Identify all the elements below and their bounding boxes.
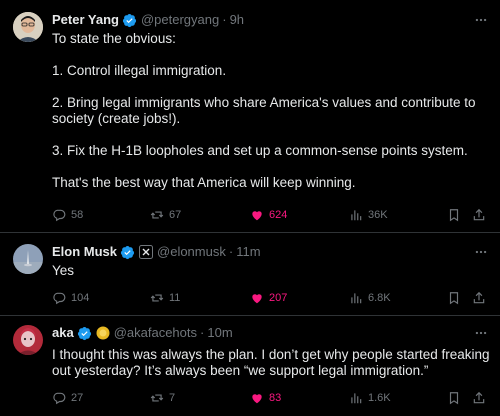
views-icon (351, 210, 362, 221)
tweet-text-line: 3. Fix the H-1B loopholes and set up a c… (52, 143, 468, 158)
action-bar: 27 7 83 1.6K (52, 390, 492, 406)
avatar-portrait-icon (13, 325, 43, 355)
views-count: 36K (368, 209, 388, 221)
like-count: 83 (269, 392, 282, 404)
tweet-text-line: 1. Control illegal immigration. (52, 63, 227, 78)
reply-icon (53, 209, 66, 222)
timestamp[interactable]: 10m (207, 325, 232, 341)
like-button[interactable]: 83 (250, 390, 281, 406)
tweet-text: Yes (52, 263, 492, 279)
tweet-text-line (52, 159, 492, 175)
author-handle[interactable]: @petergyang (141, 12, 219, 28)
share-icon[interactable] (472, 208, 486, 222)
tweet-header: Elon Musk @elonmusk · 11m (52, 244, 261, 260)
author-name[interactable]: aka (52, 325, 74, 341)
author-name[interactable]: Peter Yang (52, 12, 119, 28)
more-icon[interactable] (474, 13, 488, 27)
avatar[interactable] (13, 12, 43, 42)
reply-count: 58 (71, 209, 84, 221)
reply-button[interactable]: 104 (52, 290, 89, 306)
like-count: 624 (269, 209, 288, 221)
verified-badge-icon[interactable] (120, 245, 135, 260)
more-icon[interactable] (474, 245, 488, 259)
avatar[interactable] (13, 325, 43, 355)
separator-dot: · (200, 325, 205, 340)
repost-button[interactable]: 67 (150, 207, 181, 223)
like-icon (252, 294, 262, 304)
views-button[interactable]: 36K (349, 207, 388, 223)
bookmark-icon[interactable] (447, 391, 461, 405)
tweet-text-line: Yes (52, 263, 75, 278)
reply-button[interactable]: 27 (52, 390, 83, 406)
gold-affiliate-badge-icon[interactable] (96, 326, 110, 340)
bookmark-icon[interactable] (447, 291, 461, 305)
views-button[interactable]: 1.6K (349, 390, 391, 406)
author-handle[interactable]: @elonmusk (157, 244, 226, 260)
views-count: 6.8K (368, 292, 391, 304)
tweet-text-line: society (create jobs!). (52, 111, 181, 126)
repost-button[interactable]: 7 (150, 390, 175, 406)
like-button[interactable]: 624 (250, 207, 287, 223)
repost-icon (150, 394, 164, 402)
repost-count: 11 (169, 292, 181, 304)
x-affiliate-badge-icon[interactable] (139, 245, 154, 259)
timestamp[interactable]: 11m (236, 244, 260, 260)
reply-icon (53, 292, 66, 305)
action-bar: 104 11 207 6.8K (52, 290, 492, 306)
reply-count: 27 (71, 392, 84, 404)
tweet-text-line (52, 127, 492, 143)
author-handle[interactable]: @akafacehots (114, 325, 197, 341)
more-icon[interactable] (474, 326, 488, 340)
verified-badge-icon[interactable] (122, 13, 137, 28)
repost-icon (150, 211, 164, 219)
repost-count: 67 (169, 209, 182, 221)
avatar-portrait-icon (13, 12, 43, 42)
repost-count: 7 (169, 392, 176, 404)
tweet-peter-yang[interactable]: Peter Yang @petergyang · 9h To state the… (0, 0, 500, 232)
tweet-text: I thought this was always the plan. I do… (52, 347, 492, 379)
share-icon[interactable] (472, 391, 486, 405)
repost-button[interactable]: 11 (150, 290, 180, 306)
tweet-text: To state the obvious: 1. Control illegal… (52, 31, 492, 191)
tweet-text-line: I thought this was always the plan. I do… (52, 347, 490, 362)
tweet-aka[interactable]: aka @akafacehots · 10m I thought this wa… (0, 316, 500, 416)
separator-dot: · (228, 244, 234, 259)
like-button[interactable]: 207 (250, 290, 287, 306)
repost-icon (150, 294, 164, 302)
reply-count: 104 (71, 292, 90, 304)
tweet-text-line (52, 47, 492, 63)
tweet-text-line: 2. Bring legal immigrants who share Amer… (52, 95, 476, 110)
like-icon (252, 211, 262, 221)
views-icon (351, 393, 362, 404)
like-icon (252, 394, 262, 404)
reply-button[interactable]: 58 (52, 207, 83, 223)
share-icon[interactable] (472, 291, 486, 305)
tweet-text-line (52, 79, 492, 95)
avatar-portrait-icon (13, 244, 43, 274)
author-name[interactable]: Elon Musk (52, 244, 117, 260)
tweet-header: aka @akafacehots · 10m (52, 325, 233, 341)
tweet-text-line: out yesterday? It’s always been “we supp… (52, 363, 429, 378)
like-count: 207 (269, 292, 288, 304)
action-bar: 58 67 624 36K (52, 207, 492, 223)
separator-dot: · (222, 12, 227, 27)
views-count: 1.6K (368, 392, 391, 404)
tweet-text-line: To state the obvious: (52, 31, 176, 46)
verified-badge-icon[interactable] (77, 326, 92, 341)
tweet-text-line: That's the best way that America will ke… (52, 175, 356, 190)
tweet-header: Peter Yang @petergyang · 9h (52, 12, 244, 28)
views-icon (351, 293, 362, 304)
bookmark-icon[interactable] (447, 208, 461, 222)
avatar[interactable] (13, 244, 43, 274)
tweet-elon-musk[interactable]: Elon Musk @elonmusk · 11m Yes 104 11 207 (0, 233, 500, 315)
reply-icon (53, 392, 66, 405)
views-button[interactable]: 6.8K (349, 290, 391, 306)
timestamp[interactable]: 9h (230, 12, 244, 28)
